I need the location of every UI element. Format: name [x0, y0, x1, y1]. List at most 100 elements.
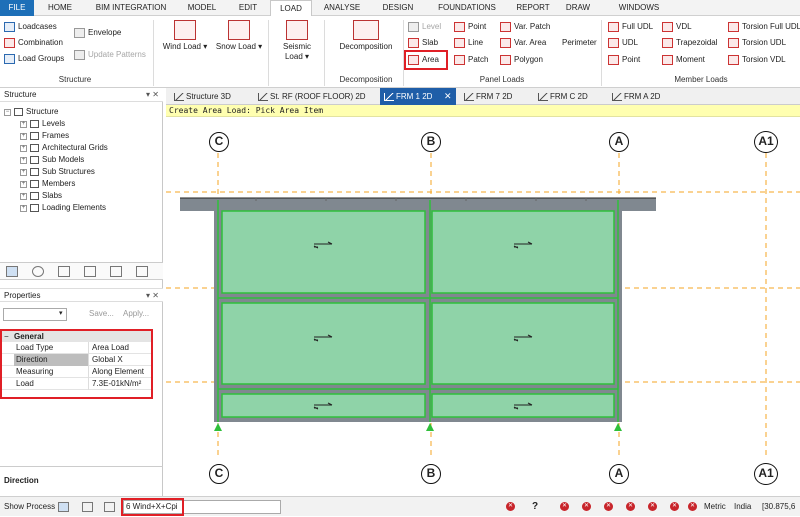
torsion-vdl-button[interactable]: Torsion VDL	[728, 53, 786, 67]
tree-item-sub-structures[interactable]: + Sub Structures	[20, 166, 95, 178]
envelope-button[interactable]: Envelope	[74, 26, 121, 40]
trapezoidal-button[interactable]: Trapezoidal	[662, 36, 718, 50]
seismic-load-button[interactable]: Seismic Load ▾	[274, 20, 320, 62]
area-panel[interactable]	[221, 210, 426, 294]
menu-edit[interactable]: EDIT	[228, 0, 268, 16]
grid-bubble-top[interactable]: A	[609, 132, 629, 152]
frame-icon[interactable]	[84, 266, 96, 277]
save-button[interactable]: Save...	[89, 309, 114, 318]
var-patch-load-button[interactable]: Var. Patch	[500, 20, 550, 34]
decomposition-button[interactable]: Decomposition	[334, 20, 398, 52]
torsion-full-udl-button[interactable]: Torsion Full UDL	[728, 20, 800, 34]
slab-load-button[interactable]: Slab	[408, 36, 438, 50]
menu-model[interactable]: MODEL	[178, 0, 226, 16]
tree-item-sub-models[interactable]: + Sub Models	[20, 154, 84, 166]
menu-report[interactable]: REPORT	[510, 0, 556, 16]
point-load-button[interactable]: Point	[454, 20, 486, 34]
member-point-icon	[608, 55, 619, 65]
lock-icon[interactable]	[110, 266, 122, 277]
var-patch-load-icon	[500, 22, 511, 32]
line-load-button[interactable]: Line	[454, 36, 483, 50]
level-load-button[interactable]: Level	[408, 20, 441, 34]
menu-foundations[interactable]: FOUNDATIONS	[426, 0, 508, 16]
tree-item-levels[interactable]: + Levels	[20, 118, 65, 130]
tree-item-architectural-grids[interactable]: + Architectural Grids	[20, 142, 108, 154]
error-icon[interactable]: ✕	[506, 502, 515, 511]
patch-load-button[interactable]: Patch	[454, 53, 488, 67]
roof-beam[interactable]	[180, 198, 656, 211]
menu-file[interactable]: FILE	[0, 0, 34, 16]
apply-button[interactable]: Apply...	[123, 309, 149, 318]
torsion-udl-button[interactable]: Torsion UDL	[728, 36, 786, 50]
tree-item-frames[interactable]: + Frames	[20, 130, 69, 142]
tab-frm-c-2d[interactable]: FRM C 2D	[534, 88, 606, 105]
area-panel[interactable]	[221, 302, 426, 385]
property-selector[interactable]	[3, 308, 67, 321]
full-udl-button[interactable]: Full UDL	[608, 20, 653, 34]
update-patterns-button[interactable]: Update Patterns	[74, 48, 146, 62]
menu-bar: FILE HOME BIM INTEGRATION MODEL EDIT LOA…	[0, 0, 800, 17]
loadcase-highlight	[121, 498, 184, 516]
process-icon[interactable]	[58, 502, 69, 512]
load-groups-button[interactable]: Load Groups	[4, 52, 64, 66]
grid-bubble-top[interactable]: A1	[754, 131, 778, 153]
grid-bubble-top[interactable]: B	[421, 132, 441, 152]
tab-frm-a-2d[interactable]: FRM A 2D	[608, 88, 680, 105]
globe-icon[interactable]	[32, 266, 44, 277]
vdl-button[interactable]: VDL	[662, 20, 692, 34]
menu-draw[interactable]: DRAW	[558, 0, 598, 16]
menu-windows[interactable]: WINDOWS	[600, 0, 678, 16]
area-panel[interactable]	[431, 210, 615, 294]
tree-item-loading-elements[interactable]: + Loading Elements	[20, 202, 106, 214]
structure-tab-icon[interactable]	[6, 266, 18, 277]
area-panel[interactable]	[431, 302, 615, 385]
units-label[interactable]: Metric	[704, 497, 726, 517]
flag-icon[interactable]	[136, 266, 148, 277]
panel-controls[interactable]: ▾ ✕	[146, 88, 159, 102]
grid-bubble-bottom[interactable]: B	[421, 464, 441, 484]
supports-icon[interactable]	[58, 266, 70, 277]
group-label-member-loads: Member Loads	[674, 75, 728, 84]
perimeter-load-button[interactable]: Perimeter	[562, 36, 597, 50]
tab-structure-3d[interactable]: Structure 3D	[170, 88, 252, 105]
grid-bubble-top[interactable]: C	[209, 132, 229, 152]
var-area-load-button[interactable]: Var. Area	[500, 36, 546, 50]
moment-button[interactable]: Moment	[662, 53, 705, 67]
error-icon[interactable]: ✕	[604, 502, 613, 511]
menu-home[interactable]: HOME	[36, 0, 84, 16]
tree-item-structure[interactable]: − Structure	[4, 106, 58, 118]
udl-button[interactable]: UDL	[608, 36, 638, 50]
grid-bubble-bottom[interactable]: C	[209, 464, 229, 484]
error-icon[interactable]: ✕	[648, 502, 657, 511]
tab-st-rf-2d[interactable]: St. RF (ROOF FLOOR) 2D	[254, 88, 382, 105]
help-icon[interactable]: ?	[532, 497, 538, 517]
close-icon[interactable]: ✕	[444, 88, 452, 105]
menu-load[interactable]: LOAD	[270, 0, 312, 17]
error-icon[interactable]: ✕	[670, 502, 679, 511]
error-icon[interactable]: ✕	[626, 502, 635, 511]
error-icon[interactable]: ✕	[582, 502, 591, 511]
tree-item-slabs[interactable]: + Slabs	[20, 190, 62, 202]
mail-icon[interactable]	[104, 502, 115, 512]
area-highlight	[404, 50, 448, 70]
panel-controls[interactable]: ▾ ✕	[146, 289, 159, 303]
tab-frm-7-2d[interactable]: FRM 7 2D	[460, 88, 532, 105]
error-icon[interactable]: ✕	[688, 502, 697, 511]
combination-button[interactable]: Combination	[4, 36, 63, 50]
tree-item-members[interactable]: + Members	[20, 178, 75, 190]
drawing-canvas[interactable]: Create Area Load: Pick Area Item C B A A…	[166, 105, 800, 496]
polygon-load-button[interactable]: Polygon	[500, 53, 543, 67]
grid-bubble-bottom[interactable]: A1	[754, 463, 778, 485]
frame-drawing[interactable]	[166, 117, 800, 496]
snow-load-button[interactable]: Snow Load ▾	[214, 20, 264, 52]
wind-load-button[interactable]: Wind Load ▾	[160, 20, 210, 52]
model-icon[interactable]	[82, 502, 93, 512]
code-label[interactable]: India	[734, 497, 751, 517]
grid-bubble-bottom[interactable]: A	[609, 464, 629, 484]
error-icon[interactable]: ✕	[560, 502, 569, 511]
loadcases-button[interactable]: Loadcases	[4, 20, 57, 34]
member-point-button[interactable]: Point	[608, 53, 640, 67]
menu-bim-integration[interactable]: BIM INTEGRATION	[86, 0, 176, 16]
menu-design[interactable]: DESIGN	[372, 0, 424, 16]
menu-analyse[interactable]: ANALYSE	[314, 0, 370, 16]
